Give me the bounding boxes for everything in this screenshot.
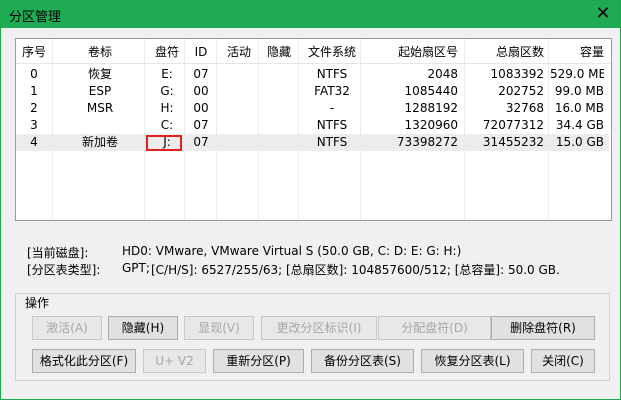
backup-table-button[interactable]: 备份分区表(S) — [311, 349, 414, 373]
table-row[interactable]: 3 C: 07 NTFS 1320960 72077312 34.4 GB — [16, 117, 609, 134]
table-cell: 31455232 — [482, 135, 544, 149]
activate-button[interactable]: 激活(A) — [32, 316, 102, 340]
table-cell: FAT32 — [314, 84, 350, 98]
table-header: 序号 卷标 盘符 ID 活动 隐藏 文件系统 起始扇区号 总扇区数 容量 — [16, 39, 611, 64]
column-divider — [216, 39, 217, 220]
table-cell — [220, 117, 258, 134]
table-cell: 1085440 — [404, 84, 458, 98]
format-button[interactable]: 格式化此分区(F) — [32, 349, 136, 373]
repartition-button[interactable]: 重新分区(P) — [213, 349, 304, 373]
table-row[interactable]: 2 MSR H: 00 - 1288192 32768 16.0 MB — [16, 100, 609, 117]
table-row[interactable]: 1 ESP G: 00 FAT32 1085440 202752 99.0 MB — [16, 83, 609, 100]
window-title: 分区管理 — [9, 10, 62, 25]
delete-letter-button[interactable]: 删除盘符(R) — [491, 316, 595, 340]
partition-table[interactable]: 序号 卷标 盘符 ID 活动 隐藏 文件系统 起始扇区号 总扇区数 容量 0 恢复 E: 07 NTFS 2… — [15, 38, 612, 221]
table-cell — [220, 100, 258, 117]
change-id-button[interactable]: 更改分区标识(I) — [261, 316, 377, 340]
table-cell: 34.4 GB — [555, 118, 604, 132]
chs-info: [C/H/S]: 6527/255/63; [总扇区数]: 104857600/… — [151, 263, 560, 277]
table-cell: 2048 — [427, 67, 458, 81]
table-cell: 15.0 GB — [555, 135, 604, 149]
restore-table-button[interactable]: 恢复分区表(L) — [421, 349, 524, 373]
hide-button[interactable]: 隐藏(H) — [108, 316, 178, 340]
table-cell: 32768 — [505, 101, 544, 115]
column-divider — [144, 39, 145, 220]
column-divider — [360, 39, 361, 220]
table-cell — [260, 66, 298, 83]
table-cell — [56, 117, 144, 134]
current-disk-value: HD0: VMware, VMware Virtual S (50.0 GB, … — [122, 244, 462, 258]
column-divider — [298, 39, 299, 220]
column-divider — [548, 39, 549, 220]
column-header[interactable]: 文件系统 — [300, 42, 364, 62]
table-cell: NTFS — [316, 67, 348, 81]
table-cell — [260, 83, 298, 100]
table-cell: 16.0 MB — [554, 101, 604, 115]
table-cell: E: — [161, 67, 173, 81]
table-cell: 07 — [193, 118, 209, 132]
column-header[interactable]: 卷标 — [56, 42, 144, 62]
table-cell: 07 — [193, 135, 209, 149]
table-cell — [260, 134, 298, 151]
table-cell: 2 — [30, 101, 38, 115]
table-cell — [220, 83, 258, 100]
column-divider — [52, 39, 53, 220]
close-icon[interactable]: ✕ — [592, 3, 614, 25]
table-cell: 202752 — [498, 84, 544, 98]
table-cell: 99.0 MB — [554, 84, 604, 98]
table-cell: NTFS — [316, 135, 348, 149]
column-header[interactable]: 起始扇区号 — [364, 42, 458, 62]
show-button[interactable]: 显现(V) — [184, 316, 254, 340]
table-cell: 1288192 — [404, 101, 458, 115]
column-header[interactable]: 活动 — [220, 42, 258, 62]
table-cell — [260, 117, 298, 134]
table-cell: 529.0 MB — [550, 67, 604, 81]
table-cell: NTFS — [316, 118, 348, 132]
table-cell: 0 — [30, 67, 38, 81]
operations-label: 操作 — [23, 294, 52, 311]
column-divider — [464, 39, 465, 220]
current-disk-label: [当前磁盘]: — [27, 246, 89, 260]
table-cell: 73398272 — [396, 135, 458, 149]
table-cell — [260, 100, 298, 117]
table-cell: 00 — [193, 84, 209, 98]
table-cell: 1083392 — [490, 67, 544, 81]
table-cell: 新加卷 — [81, 135, 118, 149]
partition-type-label: [分区表类型]: — [27, 263, 101, 277]
column-header[interactable]: 隐藏 — [260, 42, 298, 62]
table-cell: 4 — [30, 135, 38, 149]
table-cell: 07 — [193, 67, 209, 81]
close-button[interactable]: 关闭(C) — [531, 349, 595, 373]
partition-manager-window: 分区管理 ✕ 序号 卷标 盘符 ID 活动 隐藏 文件系统 起始扇区号 总扇区数 容量 0 恢复 E:… — [0, 0, 621, 400]
column-divider — [184, 39, 185, 220]
column-header[interactable]: 容量 — [550, 42, 604, 62]
table-cell: H: — [160, 101, 174, 115]
table-cell: ESP — [88, 84, 112, 98]
table-cell — [220, 66, 258, 83]
table-cell: 恢复 — [87, 67, 112, 81]
table-row[interactable]: 4 新加卷 J: 07 NTFS 73398272 31455232 15.0 GB — [16, 134, 609, 151]
column-header[interactable]: 总扇区数 — [466, 42, 544, 62]
disk-info-panel: [当前磁盘]: HD0: VMware, VMware Virtual S (5… — [15, 238, 610, 278]
assign-letter-button[interactable]: 分配盘符(D) — [378, 316, 491, 340]
table-cell — [220, 134, 258, 151]
table-cell: G: — [160, 84, 174, 98]
table-cell: MSR — [86, 101, 114, 115]
table-cell: 72077312 — [482, 118, 544, 132]
table-cell: 1 — [30, 84, 38, 98]
table-cell: 1320960 — [404, 118, 458, 132]
table-cell: - — [329, 101, 335, 115]
title-bar[interactable]: 分区管理 ✕ — [1, 1, 620, 28]
table-cell: 3 — [30, 118, 38, 132]
column-header[interactable]: 序号 — [18, 42, 50, 62]
column-header[interactable]: 盘符 — [151, 42, 183, 62]
partition-type-value: GPT; — [122, 261, 150, 275]
uv-button[interactable]: U+ V2 — [143, 349, 206, 373]
table-cell: 00 — [193, 101, 209, 115]
column-header[interactable]: ID — [187, 42, 215, 62]
table-cell: C: — [160, 118, 174, 132]
column-divider — [258, 39, 259, 220]
table-row[interactable]: 0 恢复 E: 07 NTFS 2048 1083392 529.0 MB — [16, 66, 609, 83]
highlight-box — [146, 135, 182, 151]
